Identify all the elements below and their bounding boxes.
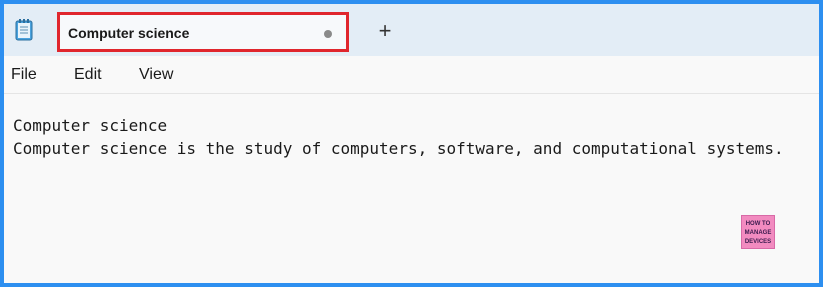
tab-computer-science[interactable]: Computer science: [57, 12, 349, 52]
unsaved-dot-icon[interactable]: [324, 30, 332, 38]
menu-bar: File Edit View: [4, 56, 819, 94]
notepad-icon: [15, 19, 33, 41]
tab-title: Computer science: [68, 25, 190, 41]
menu-edit[interactable]: Edit: [74, 66, 102, 84]
text-editor[interactable]: Computer science Computer science is the…: [4, 94, 819, 283]
notepad-window: Computer science + File Edit View Comput…: [0, 0, 823, 287]
watermark-line-3: DEVICES: [745, 239, 771, 245]
tab-bar: Computer science +: [4, 4, 819, 56]
text-line: Computer science is the study of compute…: [13, 139, 784, 158]
new-tab-button[interactable]: +: [372, 18, 398, 44]
watermark-logo: HOW TO MANAGE DEVICES: [741, 215, 775, 249]
watermark-line-2: MANAGE: [745, 230, 772, 236]
menu-file[interactable]: File: [11, 66, 37, 84]
menu-view[interactable]: View: [139, 66, 173, 84]
plus-icon: +: [378, 18, 392, 43]
watermark-line-1: HOW TO: [746, 221, 771, 227]
text-line: Computer science: [13, 116, 168, 135]
watermark-graphic: HOW TO MANAGE DEVICES: [745, 221, 772, 245]
